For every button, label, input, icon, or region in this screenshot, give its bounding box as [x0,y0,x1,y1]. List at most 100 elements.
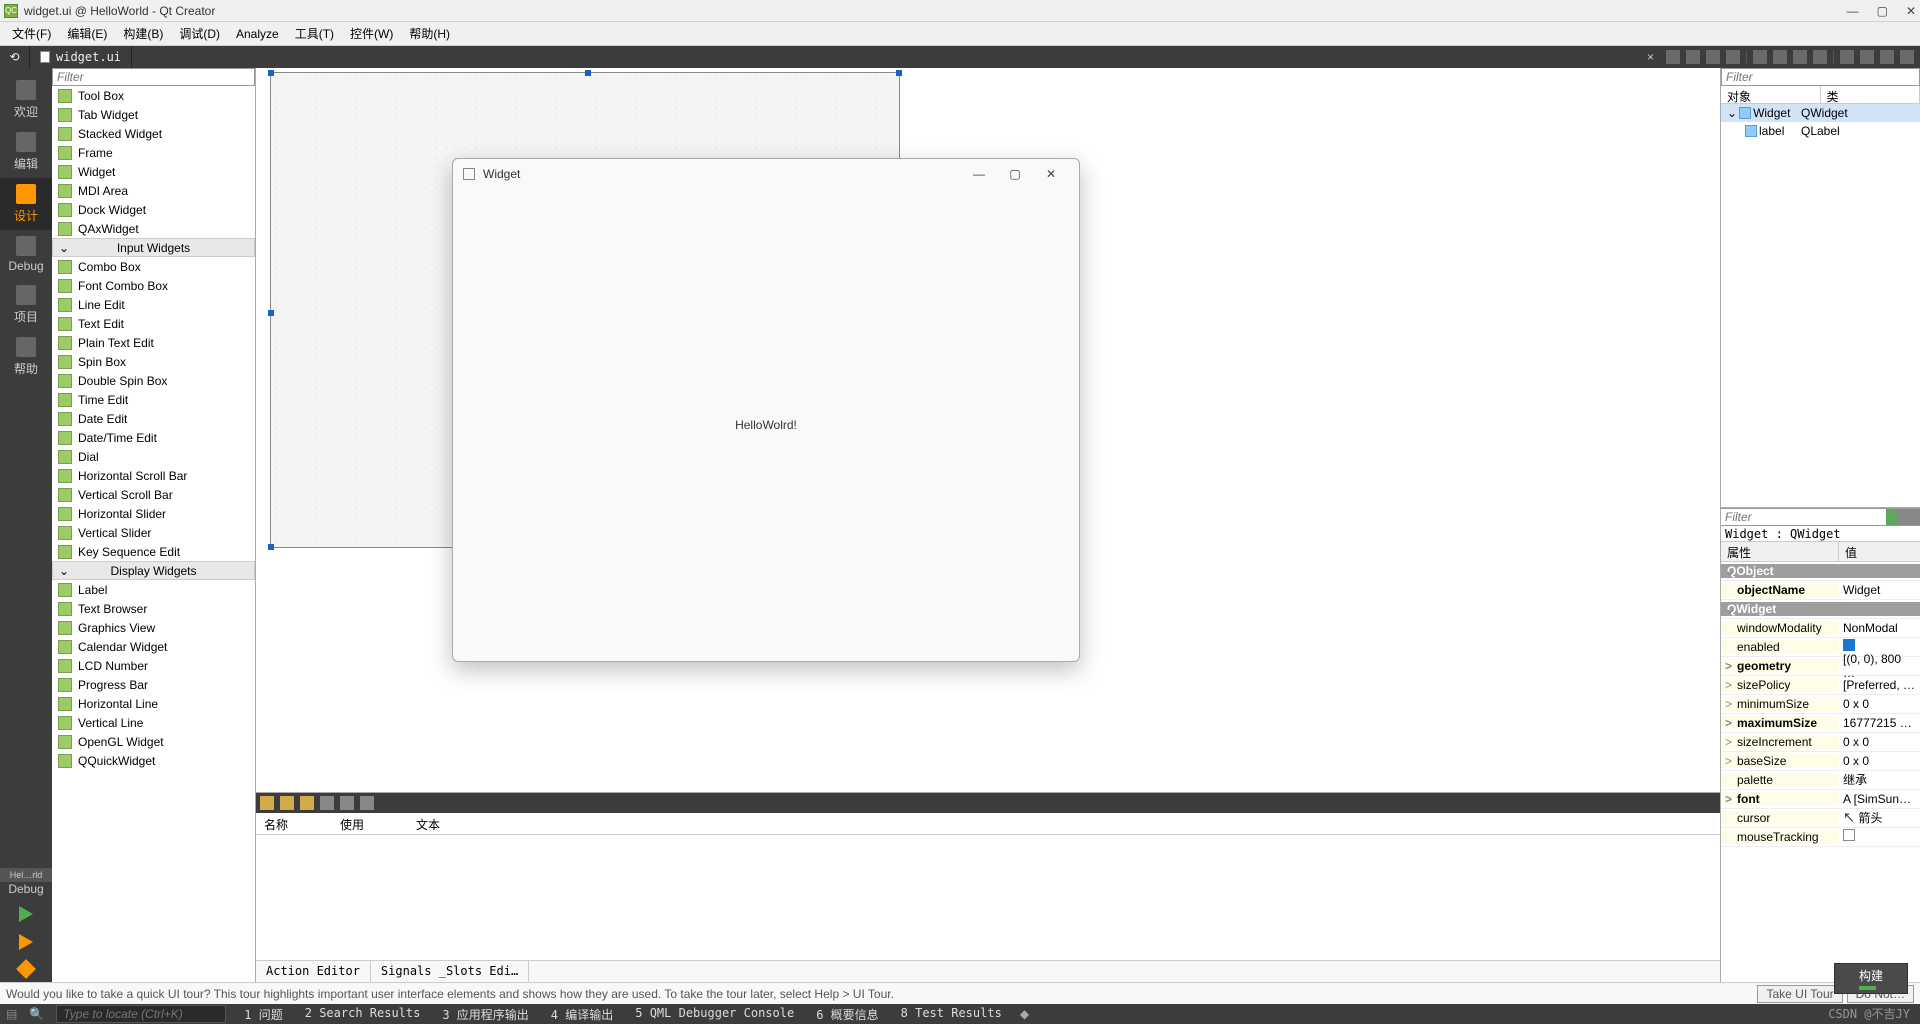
prop-row[interactable]: >minimumSize0 x 0 [1721,695,1920,714]
toolbar-btn[interactable] [1840,50,1854,64]
file-tab[interactable]: widget.ui [30,46,132,68]
toolbar-btn[interactable] [1686,50,1700,64]
menu-item[interactable]: 调试(D) [173,23,226,44]
prop-menu-icon[interactable] [1909,509,1920,525]
widget-item[interactable]: Calendar Widget [52,637,255,656]
toolbar-btn[interactable] [1666,50,1680,64]
widget-item[interactable]: Vertical Slider [52,523,255,542]
mode-欢迎[interactable]: 欢迎 [0,74,52,126]
build-button[interactable] [16,959,36,979]
widget-item[interactable]: Combo Box [52,257,255,276]
preview-minimize-icon[interactable]: — [961,167,997,181]
prop-value[interactable]: [(0, 0), 800 … [1839,652,1920,680]
prop-row[interactable]: >sizeIncrement0 x 0 [1721,733,1920,752]
preview-maximize-icon[interactable]: ▢ [997,167,1033,181]
prop-value[interactable]: [Preferred, … [1839,678,1920,692]
widget-item[interactable]: MDI Area [52,181,255,200]
prop-value[interactable]: 0 x 0 [1839,735,1920,749]
prop-add-icon[interactable] [1886,509,1897,525]
menu-item[interactable]: 构建(B) [117,23,169,44]
widget-item[interactable]: Plain Text Edit [52,333,255,352]
action-open-icon[interactable] [280,796,294,810]
widget-item[interactable]: QQuickWidget [52,751,255,770]
status-more-icon[interactable]: ◆ [1020,1007,1029,1021]
widgetbox-filter[interactable] [52,68,255,86]
widget-item[interactable]: Label [52,580,255,599]
widget-item[interactable]: QAxWidget [52,219,255,238]
widget-item[interactable]: Text Edit [52,314,255,333]
menu-item[interactable]: 控件(W) [344,23,399,44]
widget-item[interactable]: LCD Number [52,656,255,675]
widget-item[interactable]: Time Edit [52,390,255,409]
widgetbox-list[interactable]: Tool BoxTab WidgetStacked WidgetFrameWid… [52,86,255,982]
minimize-icon[interactable]: — [1847,4,1859,18]
action-column[interactable]: 使用 [332,813,408,834]
close-icon[interactable]: ✕ [1906,4,1916,18]
menu-item[interactable]: 编辑(E) [61,23,113,44]
toolbar-btn[interactable] [1753,50,1767,64]
widget-item[interactable]: Key Sequence Edit [52,542,255,561]
prop-row[interactable]: cursor↖ 箭头 [1721,809,1920,828]
widget-item[interactable]: Line Edit [52,295,255,314]
resize-handle[interactable] [268,544,274,550]
output-pane-tab[interactable]: 6 概要信息 [810,1006,884,1023]
mode-编辑[interactable]: 编辑 [0,126,52,178]
widget-item[interactable]: Vertical Line [52,713,255,732]
widget-category[interactable]: ⌄Input Widgets [52,238,255,257]
objtree-column[interactable]: 类 [1821,86,1920,103]
menu-item[interactable]: Analyze [230,25,285,43]
prop-row[interactable]: >fontA [SimSun… [1721,790,1920,809]
action-tab[interactable]: Action Editor [256,961,371,982]
widget-item[interactable]: Text Browser [52,599,255,618]
kit-selector[interactable]: Hel…rldDebug [0,864,52,900]
output-pane-tab[interactable]: 2 Search Results [299,1006,427,1023]
output-pane-tab[interactable]: 1 问题 [238,1006,288,1023]
toolbar-btn[interactable] [1706,50,1720,64]
widget-item[interactable]: Frame [52,143,255,162]
widget-item[interactable]: Widget [52,162,255,181]
menu-item[interactable]: 文件(F) [6,23,57,44]
widget-item[interactable]: Double Spin Box [52,371,255,390]
widget-item[interactable]: Dial [52,447,255,466]
widget-item[interactable]: Graphics View [52,618,255,637]
prop-row[interactable]: palette继承 [1721,771,1920,790]
widget-item[interactable]: Tab Widget [52,105,255,124]
menu-item[interactable]: 帮助(H) [403,23,456,44]
checkbox-icon[interactable] [1843,829,1855,841]
prop-category[interactable]: ⌄ QObject [1721,564,1920,578]
prop-column[interactable]: 属性 [1721,542,1839,561]
tab-close-icon[interactable]: × [1647,50,1654,64]
prop-category[interactable]: ⌄ QWidget [1721,602,1920,616]
widget-item[interactable]: Date Edit [52,409,255,428]
toolbar-btn[interactable] [1773,50,1787,64]
prop-row[interactable]: windowModalityNonModal [1721,619,1920,638]
action-column[interactable]: 文本 [408,813,484,834]
output-pane-tab[interactable]: 4 编译输出 [545,1006,619,1023]
widget-item[interactable]: Progress Bar [52,675,255,694]
action-delete-icon[interactable] [320,796,334,810]
maximize-icon[interactable]: ▢ [1877,4,1888,18]
widget-category[interactable]: ⌄Display Widgets [52,561,255,580]
action-edit-icon[interactable] [300,796,314,810]
prop-value[interactable]: A [SimSun… [1839,792,1920,806]
output-pane-tab[interactable]: 5 QML Debugger Console [629,1006,800,1023]
resize-handle[interactable] [585,70,591,76]
objtree-column[interactable]: 对象 [1721,86,1821,103]
prop-value[interactable]: ↖ 箭头 [1839,809,1920,826]
run-debug-button[interactable] [19,934,33,950]
prop-row[interactable]: >geometry[(0, 0), 800 … [1721,657,1920,676]
locator-input[interactable] [56,1005,226,1023]
resize-handle[interactable] [896,70,902,76]
widget-item[interactable]: Horizontal Line [52,694,255,713]
widget-item[interactable]: Vertical Scroll Bar [52,485,255,504]
tour-take-button[interactable]: Take UI Tour [1757,985,1842,1003]
menu-item[interactable]: 工具(T) [289,23,340,44]
resize-handle[interactable] [268,70,274,76]
widget-item[interactable]: OpenGL Widget [52,732,255,751]
output-pane-tab[interactable]: 3 应用程序输出 [436,1006,534,1023]
action-tab[interactable]: Signals _Slots Edi… [371,961,529,982]
prop-value[interactable]: 16777215 … [1839,716,1920,730]
resize-handle[interactable] [268,310,274,316]
tab-history[interactable]: ⟲ [0,46,30,68]
widget-item[interactable]: Stacked Widget [52,124,255,143]
